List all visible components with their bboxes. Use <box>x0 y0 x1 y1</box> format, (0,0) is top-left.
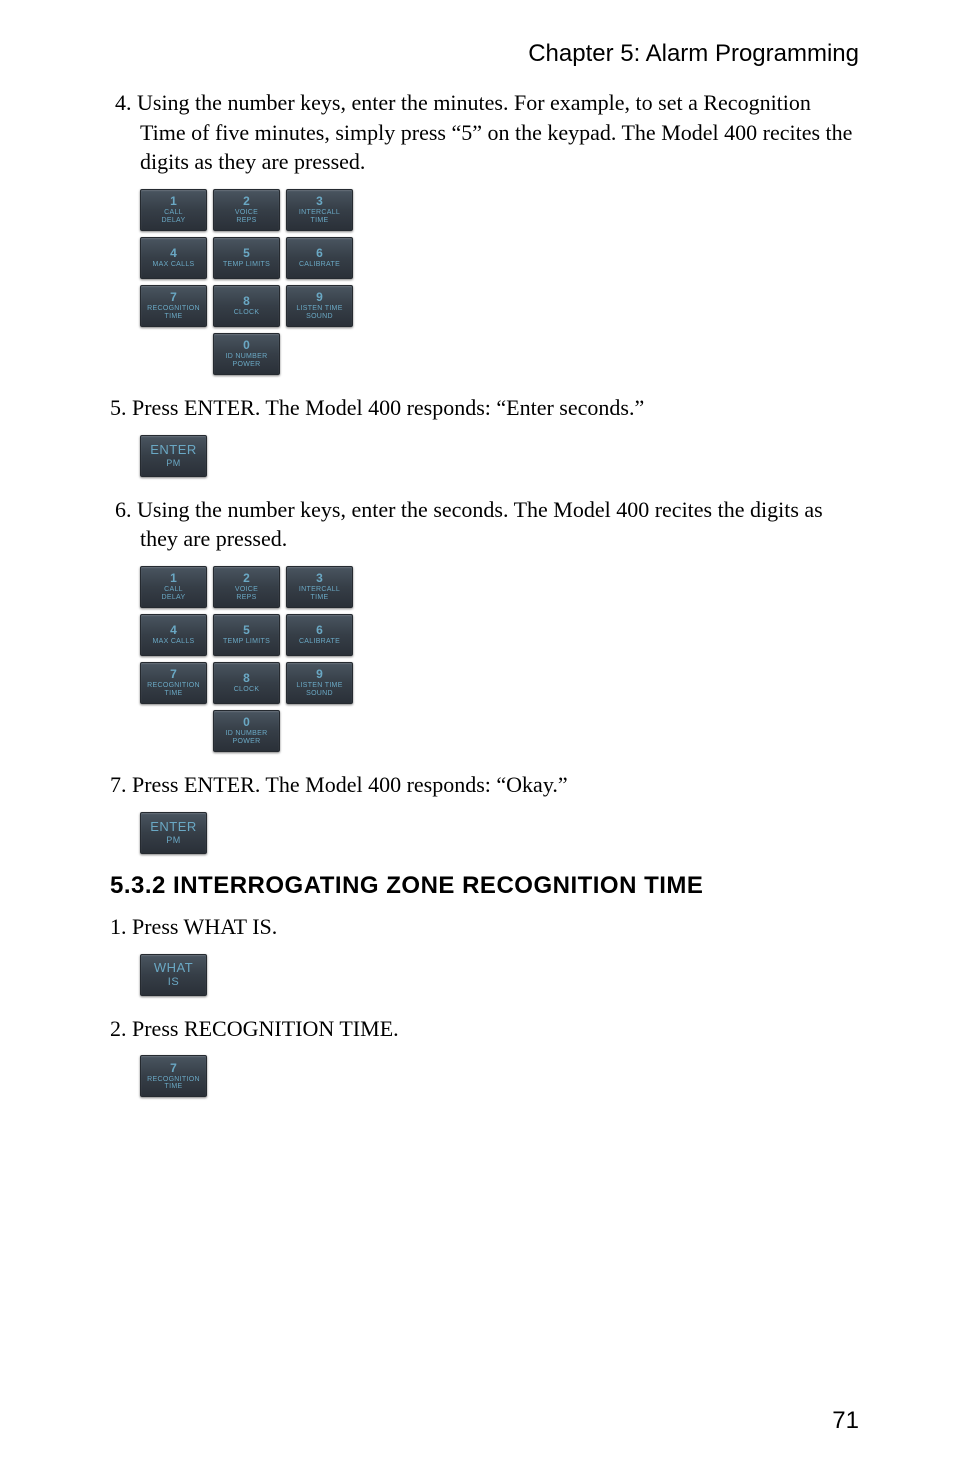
key-6: 6CALIBRATE <box>286 237 353 279</box>
page-number: 71 <box>832 1407 859 1435</box>
key-8b: 8CLOCK <box>213 662 280 704</box>
enter-key-1: ENTER PM <box>140 435 859 477</box>
keypad-2: 1CALL DELAY 2VOICE REPS 3INTERCALL TIME … <box>140 566 859 752</box>
key-3b: 3INTERCALL TIME <box>286 566 353 608</box>
enter-key-2: ENTER PM <box>140 812 859 854</box>
recognition-time-key: 7 RECOGNITION TIME <box>140 1055 859 1097</box>
keypad-1: 1CALL DELAY 2VOICE REPS 3INTERCALL TIME … <box>140 189 859 375</box>
key-5b: 5TEMP LIMITS <box>213 614 280 656</box>
key-0b: 0ID NUMBER POWER <box>213 710 280 752</box>
key-4: 4MAX CALLS <box>140 237 207 279</box>
key-0: 0ID NUMBER POWER <box>213 333 280 375</box>
key-2: 2VOICE REPS <box>213 189 280 231</box>
step-7-text: 7. Press ENTER. The Model 400 responds: … <box>110 770 859 800</box>
step-5-text: 5. Press ENTER. The Model 400 responds: … <box>110 393 859 423</box>
key-1: 1CALL DELAY <box>140 189 207 231</box>
key-7b: 7RECOGNITION TIME <box>140 662 207 704</box>
what-is-key: WHAT IS <box>140 954 859 996</box>
step-6-text: 6. Using the number keys, enter the seco… <box>110 495 859 554</box>
key-9: 9LISTEN TIME SOUND <box>286 285 353 327</box>
key-5: 5TEMP LIMITS <box>213 237 280 279</box>
key-7: 7RECOGNITION TIME <box>140 285 207 327</box>
step-4-text: 4. Using the number keys, enter the minu… <box>110 88 859 177</box>
key-3: 3INTERCALL TIME <box>286 189 353 231</box>
section-heading: 5.3.2 INTERROGATING ZONE RECOGNITION TIM… <box>110 872 859 900</box>
chapter-header: Chapter 5: Alarm Programming <box>110 40 859 68</box>
sub-step-2-text: 2. Press RECOGNITION TIME. <box>110 1014 859 1044</box>
key-4b: 4MAX CALLS <box>140 614 207 656</box>
key-8: 8CLOCK <box>213 285 280 327</box>
key-2b: 2VOICE REPS <box>213 566 280 608</box>
sub-step-1-text: 1. Press WHAT IS. <box>110 912 859 942</box>
key-6b: 6CALIBRATE <box>286 614 353 656</box>
key-1b: 1CALL DELAY <box>140 566 207 608</box>
key-9b: 9LISTEN TIME SOUND <box>286 662 353 704</box>
